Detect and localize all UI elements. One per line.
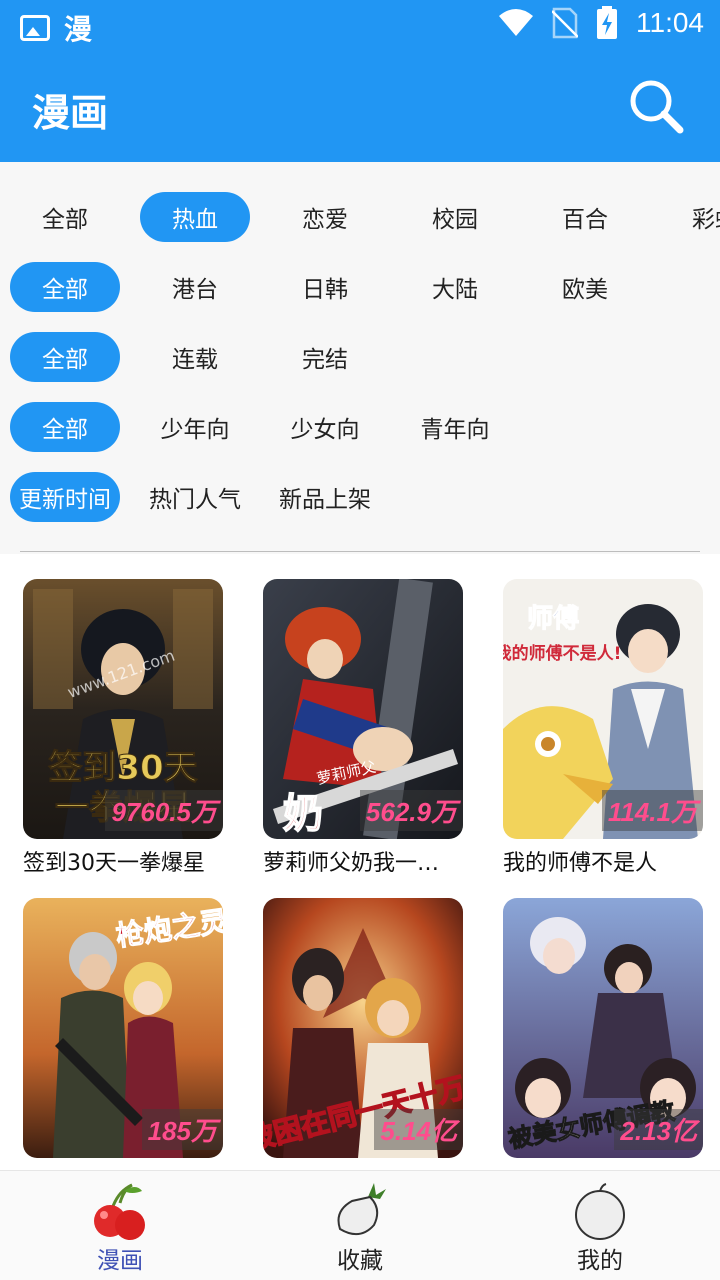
view-count: 562.9万: [359, 790, 463, 831]
clock: 11:04: [636, 7, 704, 38]
filter-chip-sort[interactable]: 新品上架: [270, 472, 380, 522]
filter-chip-status[interactable]: 连载: [140, 332, 250, 382]
comic-card[interactable]: 我被困在同一天十万年 5.14亿: [263, 898, 463, 1164]
filter-chip-audience[interactable]: 全部: [10, 402, 120, 452]
filter-chip-region[interactable]: 港台: [140, 262, 250, 312]
view-count: 2.13亿: [614, 1109, 703, 1150]
comic-title: 签到30天一拳爆星: [23, 851, 205, 876]
melon-icon: [575, 1183, 625, 1240]
filter-chip-status[interactable]: 全部: [10, 332, 120, 382]
comic-cover: 我被困在同一天十万年 5.14亿: [263, 898, 463, 1158]
view-count: 9760.5万: [105, 790, 223, 831]
svg-text:师傅: 师傅: [527, 604, 579, 634]
cover-text: 我的师傅不是人!: [503, 643, 621, 664]
comic-grid: 签到30天 一拳爆星 www.121.com 9760.5万 签到30天一拳爆星…: [0, 554, 720, 1168]
view-count: 5.14亿: [374, 1109, 463, 1150]
nav-item-favorites[interactable]: 收藏: [240, 1171, 480, 1280]
filter-chip-genre[interactable]: 恋爱: [270, 192, 380, 242]
svg-text:签到30天: 签到30天: [48, 748, 197, 788]
region-filter-row: 全部 港台 日韩 大陆 欧美: [0, 262, 720, 312]
nav-item-profile[interactable]: 我的: [480, 1171, 720, 1280]
status-filter-row: 全部 连载 完结: [0, 332, 720, 382]
nav-item-comics[interactable]: 漫画: [0, 1171, 240, 1280]
view-count: 114.1万: [601, 790, 703, 831]
genre-filter-row: 全部热血恋爱校园百合彩虹: [0, 192, 720, 242]
cherry-icon: [94, 1183, 145, 1240]
page-title: 漫画: [32, 91, 109, 135]
filter-chip-region[interactable]: 欧美: [530, 262, 640, 312]
filter-chip-sort[interactable]: 热门人气: [140, 472, 250, 522]
battery-charging-icon: [597, 6, 617, 39]
filter-chip-genre[interactable]: 彩虹: [660, 192, 720, 242]
view-count: 185万: [141, 1109, 223, 1150]
comic-title: 我的师傅不是人: [503, 851, 658, 876]
status-bar: 漫 11:04: [0, 0, 720, 50]
wifi-icon: [499, 9, 533, 36]
filter-chip-genre[interactable]: 百合: [530, 192, 640, 242]
comic-card[interactable]: 签到30天 一拳爆星 www.121.com 9760.5万 签到30天一拳爆星: [23, 579, 223, 877]
audience-filter-row: 全部 少年向 少女向 青年向: [0, 402, 720, 452]
comic-card[interactable]: 枪炮之灵 185万: [23, 898, 223, 1164]
filter-chip-status[interactable]: 完结: [270, 332, 380, 382]
filter-chip-genre[interactable]: 热血: [140, 192, 250, 242]
nav-label: 收藏: [337, 1248, 383, 1274]
comic-cover: 枪炮之灵 185万: [23, 898, 223, 1158]
filter-chip-region[interactable]: 大陆: [400, 262, 510, 312]
filter-chip-region[interactable]: 日韩: [270, 262, 380, 312]
filter-chip-genre[interactable]: 校园: [400, 192, 510, 242]
app-notification-icon: 漫: [64, 13, 93, 46]
comic-title: 萝莉师父奶我一…: [263, 851, 440, 876]
nav-label: 漫画: [97, 1248, 143, 1274]
svg-text:奶: 奶: [283, 791, 323, 837]
filter-chip-audience[interactable]: 青年向: [400, 402, 510, 452]
radish-icon: [337, 1183, 386, 1236]
nav-label: 我的: [577, 1248, 623, 1274]
search-button[interactable]: [628, 78, 684, 134]
comic-card[interactable]: 萝莉师父 奶 562.9万 萝莉师父奶我一…: [263, 579, 463, 877]
filter-chip-audience[interactable]: 少年向: [140, 402, 250, 452]
divider: [20, 551, 700, 552]
filter-chip-region[interactable]: 全部: [10, 262, 120, 312]
filter-chip-genre[interactable]: 全部: [10, 192, 120, 242]
no-sim-icon: [552, 7, 578, 39]
filter-chip-sort[interactable]: 更新时间: [10, 472, 120, 522]
bottom-navigation: 漫画 收藏 我的: [0, 1170, 720, 1280]
comic-cover: 签到30天 一拳爆星 www.121.com 9760.5万: [23, 579, 223, 839]
search-icon: [630, 80, 684, 134]
comic-card[interactable]: 师傅 我的师傅不是人! 114.1万 我的师傅不是人: [503, 579, 703, 877]
comic-cover: 师傅 我的师傅不是人! 114.1万: [503, 579, 703, 839]
app-bar: 漫画: [0, 50, 720, 162]
comic-cover: 萝莉师父 奶 562.9万: [263, 579, 463, 839]
comic-cover: 被美女师傅调教 2.13亿: [503, 898, 703, 1158]
comic-card[interactable]: 被美女师傅调教 2.13亿: [503, 898, 703, 1164]
gallery-notification-icon: [20, 15, 50, 41]
filter-panel: 全部热血恋爱校园百合彩虹 全部港台日韩大陆欧美 全部连载完结 全部少年向少女向青…: [0, 162, 720, 554]
filter-chip-audience[interactable]: 少女向: [270, 402, 380, 452]
sort-filter-row: 更新时间 热门人气 新品上架: [0, 472, 720, 522]
